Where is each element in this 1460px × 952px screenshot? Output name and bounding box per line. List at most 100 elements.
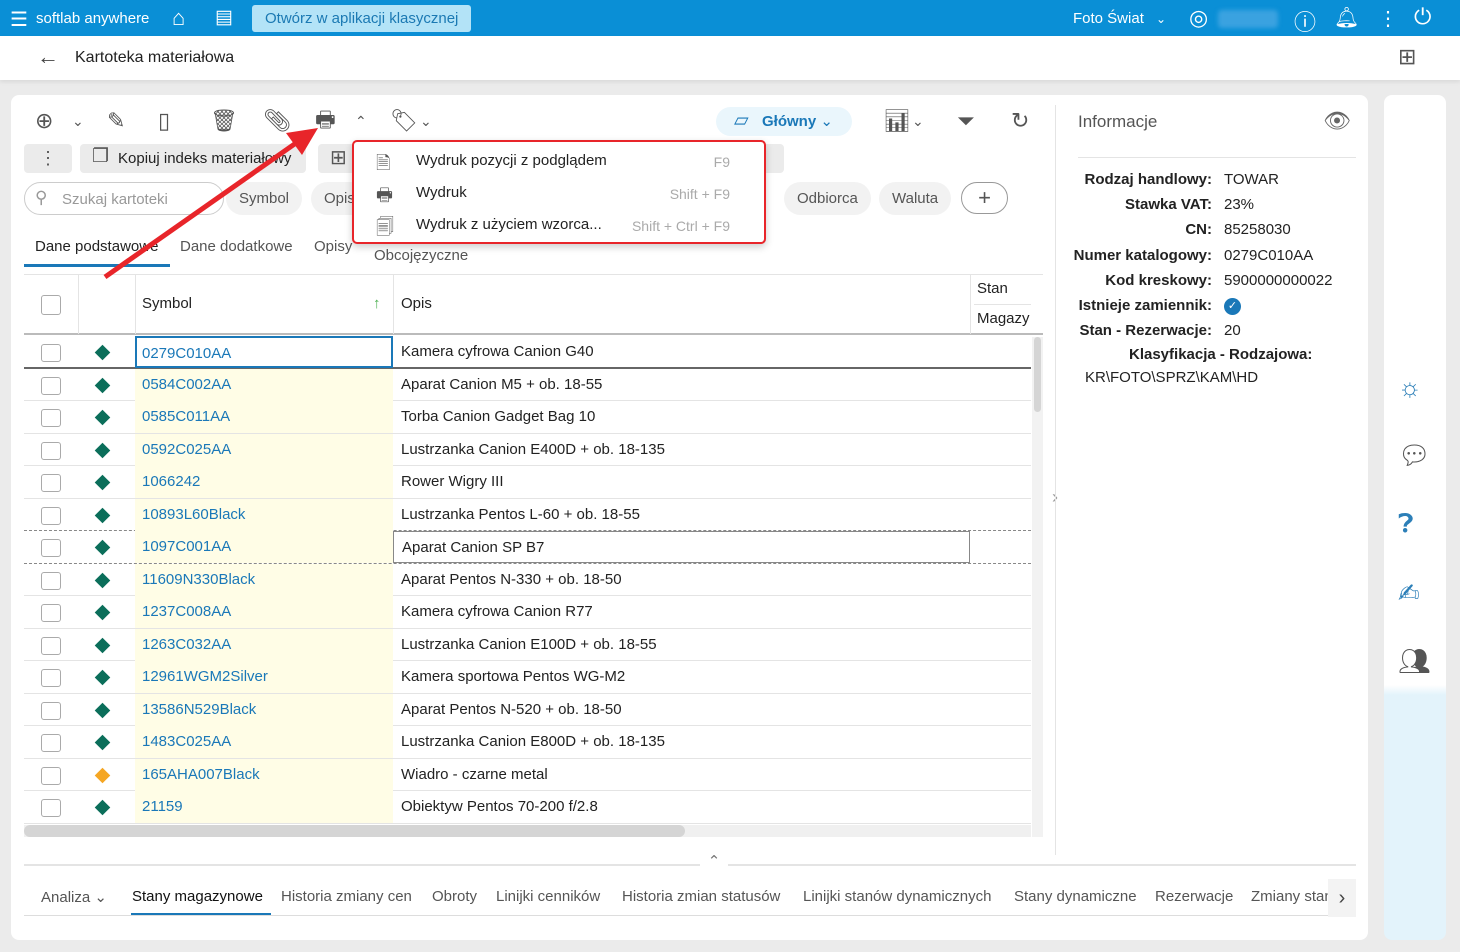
- print-menu-item[interactable]: 🗎 Wydruk pozycji z podglądem F9: [354, 145, 768, 177]
- symbol-cell[interactable]: 12961WGM2Silver: [135, 661, 393, 693]
- company-selector[interactable]: Foto Świat: [1073, 10, 1144, 27]
- opis-cell[interactable]: Kamera cyfrowa Canion R77: [393, 596, 970, 628]
- horizontal-scrollbar[interactable]: [24, 825, 1031, 837]
- row-checkbox[interactable]: [41, 669, 61, 687]
- symbol-cell[interactable]: 1483C025AA: [135, 726, 393, 758]
- sort-ascending-icon[interactable]: ↑: [373, 295, 381, 312]
- row-checkbox[interactable]: [41, 636, 61, 655]
- row-checkbox[interactable]: [41, 344, 61, 362]
- support-icon[interactable]: 👥︎: [1398, 646, 1431, 677]
- chat-icon[interactable]: 💬︎: [1398, 440, 1431, 471]
- filter-icon[interactable]: ⏷: [957, 110, 975, 132]
- table-row[interactable]: 13586N529Black Aparat Pentos N-520 + ob.…: [24, 693, 1031, 726]
- row-checkbox[interactable]: [41, 506, 61, 525]
- chevron-up-icon[interactable]: ⌃: [355, 114, 367, 128]
- chevron-down-icon[interactable]: ⌄: [420, 114, 432, 128]
- delete-icon[interactable]: 🗑︎: [210, 110, 238, 132]
- edit-icon[interactable]: ✎: [107, 110, 125, 132]
- chevron-down-icon[interactable]: ⌄: [912, 114, 924, 128]
- row-checkbox[interactable]: [41, 441, 61, 460]
- bottom-tab[interactable]: Linijki stanów dynamicznych: [803, 888, 991, 905]
- bottom-tab[interactable]: Historia zmian statusów: [622, 888, 780, 905]
- tab-opisy[interactable]: Opisy: [314, 238, 352, 255]
- print-icon[interactable]: 🖶: [315, 109, 336, 131]
- help-chat-icon[interactable]: ❓︎: [1398, 508, 1414, 540]
- analiza-dropdown[interactable]: Analiza ⌄: [41, 888, 107, 906]
- bottom-tab[interactable]: Zmiany stanów: [1251, 888, 1331, 905]
- more-icon[interactable]: ⋮: [1378, 6, 1398, 31]
- bottom-tab[interactable]: Rezerwacje: [1155, 888, 1233, 905]
- column-header-symbol[interactable]: Symbol: [142, 295, 192, 312]
- user-icon[interactable]: ◎: [1189, 5, 1208, 31]
- table-row[interactable]: 1066242 Rower Wigry III: [24, 466, 1031, 499]
- row-checkbox[interactable]: [41, 766, 61, 785]
- copy-index-button[interactable]: Kopiuj indeks materiałowy: [80, 144, 306, 173]
- table-row[interactable]: 1263C032AA Lustrzanka Canion E100D + ob.…: [24, 628, 1031, 661]
- symbol-cell[interactable]: 1097C001AA: [135, 531, 393, 563]
- print-menu-item[interactable]: 🗐 Wydruk z użyciem wzorca... Shift + Ctr…: [354, 209, 768, 241]
- eye-off-icon[interactable]: 👁︎: [1323, 108, 1351, 134]
- symbol-cell[interactable]: 13586N529Black: [135, 693, 393, 726]
- add-filter-button[interactable]: +: [961, 182, 1008, 214]
- symbol-cell[interactable]: 0592C025AA: [135, 433, 393, 466]
- more-actions-button[interactable]: ⋮: [24, 144, 72, 173]
- opis-cell[interactable]: Lustrzanka Canion E100D + ob. 18-55: [393, 629, 970, 661]
- row-checkbox[interactable]: [41, 734, 61, 752]
- bottom-tab[interactable]: Stany magazynowe: [132, 888, 263, 905]
- row-checkbox[interactable]: [41, 799, 61, 817]
- symbol-cell[interactable]: 165AHA007Black: [135, 758, 393, 791]
- symbol-cell[interactable]: 0279C010AA: [135, 336, 393, 368]
- table-row[interactable]: 1097C001AA Aparat Canion SP B7: [24, 531, 1031, 564]
- back-arrow-icon[interactable]: ←: [37, 44, 59, 70]
- refresh-icon[interactable]: ↻: [1011, 110, 1029, 132]
- hamburger-menu-icon[interactable]: ☰: [10, 7, 28, 32]
- print-menu-item[interactable]: 🖶 Wydruk Shift + F9: [354, 177, 768, 209]
- table-row[interactable]: 165AHA007Black Wiadro - czarne metal: [24, 758, 1031, 791]
- tab-dane-dodatkowe[interactable]: Dane dodatkowe: [180, 238, 293, 255]
- table-row[interactable]: 10893L60Black Lustrzanka Pentos L-60 + o…: [24, 498, 1031, 531]
- select-all-checkbox[interactable]: [41, 295, 61, 315]
- table-row[interactable]: 0279C010AA Kamera cyfrowa Canion G40: [24, 336, 1031, 369]
- layout-icon[interactable]: ⊞: [1398, 44, 1416, 70]
- tab-obcojezyczne[interactable]: Obcojęzyczne: [374, 247, 468, 264]
- opis-cell[interactable]: Kamera cyfrowa Canion G40: [393, 336, 970, 368]
- row-checkbox[interactable]: [41, 376, 61, 395]
- opis-cell[interactable]: Torba Canion Gadget Bag 10: [393, 401, 970, 433]
- app-name[interactable]: softlab anywhere: [36, 10, 149, 27]
- add-icon[interactable]: ⊕: [35, 110, 53, 132]
- symbol-cell[interactable]: 1263C032AA: [135, 628, 393, 661]
- table-row[interactable]: 12961WGM2Silver Kamera sportowa Pentos W…: [24, 661, 1031, 694]
- attachment-icon[interactable]: 📎︎: [263, 110, 291, 132]
- table-row[interactable]: 0592C025AA Lustrzanka Canion E400D + ob.…: [24, 433, 1031, 466]
- opis-cell[interactable]: Kamera sportowa Pentos WG-M2: [393, 661, 970, 693]
- edit-note-icon[interactable]: ✍︎: [1398, 578, 1420, 609]
- opis-cell[interactable]: Wiadro - czarne metal: [393, 759, 970, 791]
- table-row[interactable]: 21159 Obiektyw Pentos 70-200 f/2.8: [24, 791, 1031, 824]
- opis-cell[interactable]: Obiektyw Pentos 70-200 f/2.8: [393, 791, 970, 823]
- tab-dane-podstawowe[interactable]: Dane podstawowe: [35, 238, 158, 255]
- opis-cell[interactable]: Rower Wigry III: [393, 466, 970, 498]
- opis-cell[interactable]: Aparat Canion M5 + ob. 18-55: [393, 369, 970, 401]
- chip-waluta[interactable]: Waluta: [879, 182, 952, 215]
- power-icon[interactable]: ⏻: [1414, 4, 1431, 30]
- row-checkbox[interactable]: [41, 474, 61, 492]
- tag-icon[interactable]: 🏷︎: [390, 110, 418, 132]
- open-classic-app-button[interactable]: Otwórz w aplikacji klasycznej: [252, 5, 472, 32]
- chevron-down-icon[interactable]: ⌄: [72, 114, 84, 128]
- opis-cell[interactable]: Lustrzanka Canion E800D + ob. 18-135: [393, 726, 970, 758]
- table-row[interactable]: 0585C011AA Torba Canion Gadget Bag 10: [24, 401, 1031, 434]
- symbol-cell[interactable]: 10893L60Black: [135, 498, 393, 531]
- row-checkbox[interactable]: [41, 539, 61, 557]
- symbol-cell[interactable]: 0584C002AA: [135, 368, 393, 401]
- opis-cell[interactable]: Aparat Pentos N-330 + ob. 18-50: [393, 564, 970, 596]
- symbol-cell[interactable]: 0585C011AA: [135, 401, 393, 433]
- bottom-tab[interactable]: Linijki cenników: [496, 888, 600, 905]
- chip-symbol[interactable]: Symbol: [226, 182, 303, 215]
- row-checkbox[interactable]: [41, 571, 61, 590]
- table-row[interactable]: 11609N330Black Aparat Pentos N-330 + ob.…: [24, 563, 1031, 596]
- vertical-scrollbar[interactable]: [1032, 337, 1043, 837]
- bell-icon[interactable]: 🔔︎: [1334, 5, 1359, 30]
- symbol-cell[interactable]: 1066242: [135, 466, 393, 498]
- symbol-cell[interactable]: 11609N330Black: [135, 563, 393, 596]
- splitter[interactable]: [24, 864, 1356, 866]
